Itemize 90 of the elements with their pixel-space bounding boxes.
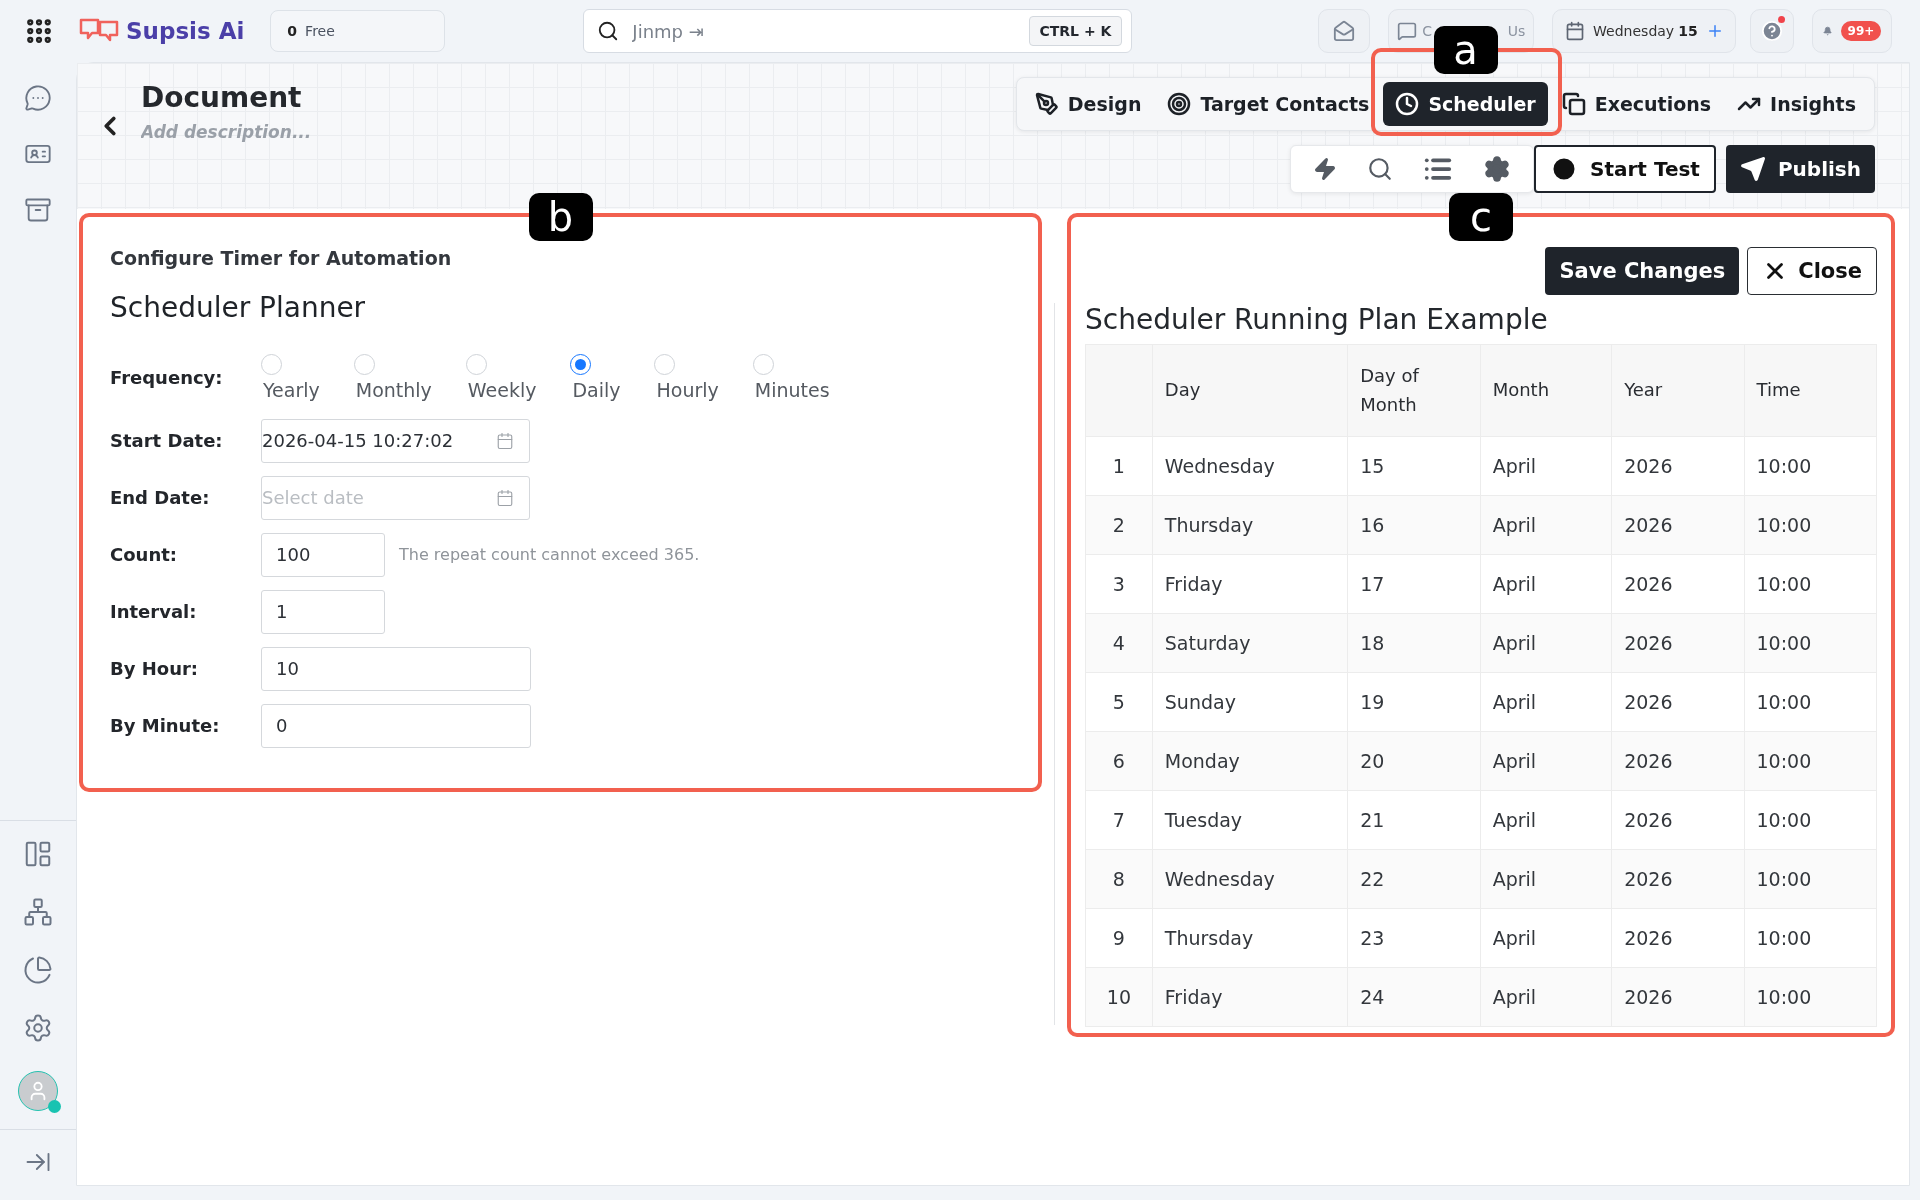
column-header: Day of Month — [1347, 344, 1481, 437]
table-cell: 10:00 — [1744, 731, 1877, 791]
field-label: By Minute: — [110, 715, 221, 736]
table-cell: Sunday — [1152, 672, 1348, 732]
table-cell: 10:00 — [1744, 790, 1877, 850]
table-cell: 2026 — [1611, 967, 1744, 1027]
table-cell: 9 — [1085, 908, 1153, 968]
table-cell: April — [1480, 672, 1612, 732]
table-cell: 10:00 — [1744, 554, 1877, 614]
field-label: End Date: — [110, 487, 211, 508]
radio-label: Monthly — [354, 378, 432, 401]
table-cell: 2026 — [1611, 790, 1744, 850]
field-label: Interval: — [110, 601, 198, 622]
table-cell: 2 — [1085, 495, 1153, 555]
table-cell: 1 — [1085, 436, 1153, 496]
table-cell: Saturday — [1152, 613, 1348, 673]
column-header: Time — [1744, 344, 1877, 437]
table-cell: Wednesday — [1152, 436, 1348, 496]
radio-label: Yearly — [262, 378, 320, 401]
table-cell: 7 — [1085, 790, 1153, 850]
table-cell: April — [1480, 436, 1612, 496]
table-cell: 2026 — [1611, 554, 1744, 614]
table-cell: 2026 — [1611, 731, 1744, 791]
table-cell: April — [1480, 495, 1612, 555]
table-cell: April — [1480, 613, 1612, 673]
table-cell: 8 — [1085, 849, 1153, 909]
table-cell: 18 — [1347, 613, 1481, 673]
field-label: Start Date: — [110, 430, 224, 451]
field-label: Count: — [110, 544, 178, 565]
callout-label: b — [528, 193, 593, 241]
table-cell: 5 — [1085, 672, 1153, 732]
callout-label: c — [1449, 193, 1513, 241]
table-cell: Friday — [1152, 967, 1348, 1027]
table-cell: 2026 — [1611, 672, 1744, 732]
table-cell: 19 — [1347, 672, 1481, 732]
table-cell: 6 — [1085, 731, 1153, 791]
table-cell: 21 — [1347, 790, 1481, 850]
table-cell: 10:00 — [1744, 967, 1877, 1027]
table-cell: 15 — [1347, 436, 1481, 496]
column-header: Year — [1611, 344, 1744, 437]
table-cell: 20 — [1347, 731, 1481, 791]
table-cell: April — [1480, 967, 1612, 1027]
field-label: Frequency: — [110, 366, 224, 388]
table-cell: 24 — [1347, 967, 1481, 1027]
credits-pill: 0 Free — [270, 10, 446, 52]
table-cell: 3 — [1085, 554, 1153, 614]
table-cell: 10 — [1085, 967, 1153, 1027]
table-cell: Thursday — [1152, 908, 1348, 968]
shortcut-key: CTRL + K — [1028, 16, 1123, 46]
table-cell: 17 — [1347, 554, 1481, 614]
table-cell: Friday — [1152, 554, 1348, 614]
notification-count: 99+ — [1840, 21, 1882, 41]
logo-text: Supsis Ai — [126, 18, 245, 44]
field-label: By Hour: — [110, 658, 200, 679]
table-cell: Monday — [1152, 731, 1348, 791]
table-cell: Thursday — [1152, 495, 1348, 555]
radio-label: Weekly — [466, 378, 537, 401]
table-cell: 10:00 — [1744, 849, 1877, 909]
table-cell: 2026 — [1611, 908, 1744, 968]
table-cell: 2026 — [1611, 436, 1744, 496]
table-cell: 10:00 — [1744, 495, 1877, 555]
table-cell: Tuesday — [1152, 790, 1348, 850]
table-cell: 10:00 — [1744, 908, 1877, 968]
table-cell: April — [1480, 908, 1612, 968]
table-cell: 22 — [1347, 849, 1481, 909]
table-cell: 2026 — [1611, 849, 1744, 909]
table-cell: 23 — [1347, 908, 1481, 968]
document-title: Document — [141, 81, 303, 114]
table-cell: 2026 — [1611, 613, 1744, 673]
panel-title: Scheduler Planner — [110, 291, 367, 324]
callout-tooltip: a — [1433, 26, 1498, 74]
column-header: Month — [1480, 344, 1612, 437]
table-cell: April — [1480, 790, 1612, 850]
table-cell: April — [1480, 554, 1612, 614]
table-cell: April — [1480, 849, 1612, 909]
table-cell: 10:00 — [1744, 672, 1877, 732]
table-cell: 2026 — [1611, 495, 1744, 555]
table-cell: 10:00 — [1744, 613, 1877, 673]
table-cell: April — [1480, 731, 1612, 791]
column-header: Day — [1152, 344, 1348, 437]
table-cell: 16 — [1347, 495, 1481, 555]
table-title: Scheduler Running Plan Example — [1085, 303, 1549, 336]
table-cell: 10:00 — [1744, 436, 1877, 496]
table-cell: Wednesday — [1152, 849, 1348, 909]
panel-subtitle: Configure Timer for Automation — [110, 247, 453, 269]
radio-label: Hourly — [655, 378, 719, 401]
radio-label: Daily — [571, 378, 621, 401]
radio-label: Minutes — [753, 378, 830, 401]
table-cell: 4 — [1085, 613, 1153, 673]
field-hint: The repeat count cannot exceed 365. — [399, 545, 700, 564]
